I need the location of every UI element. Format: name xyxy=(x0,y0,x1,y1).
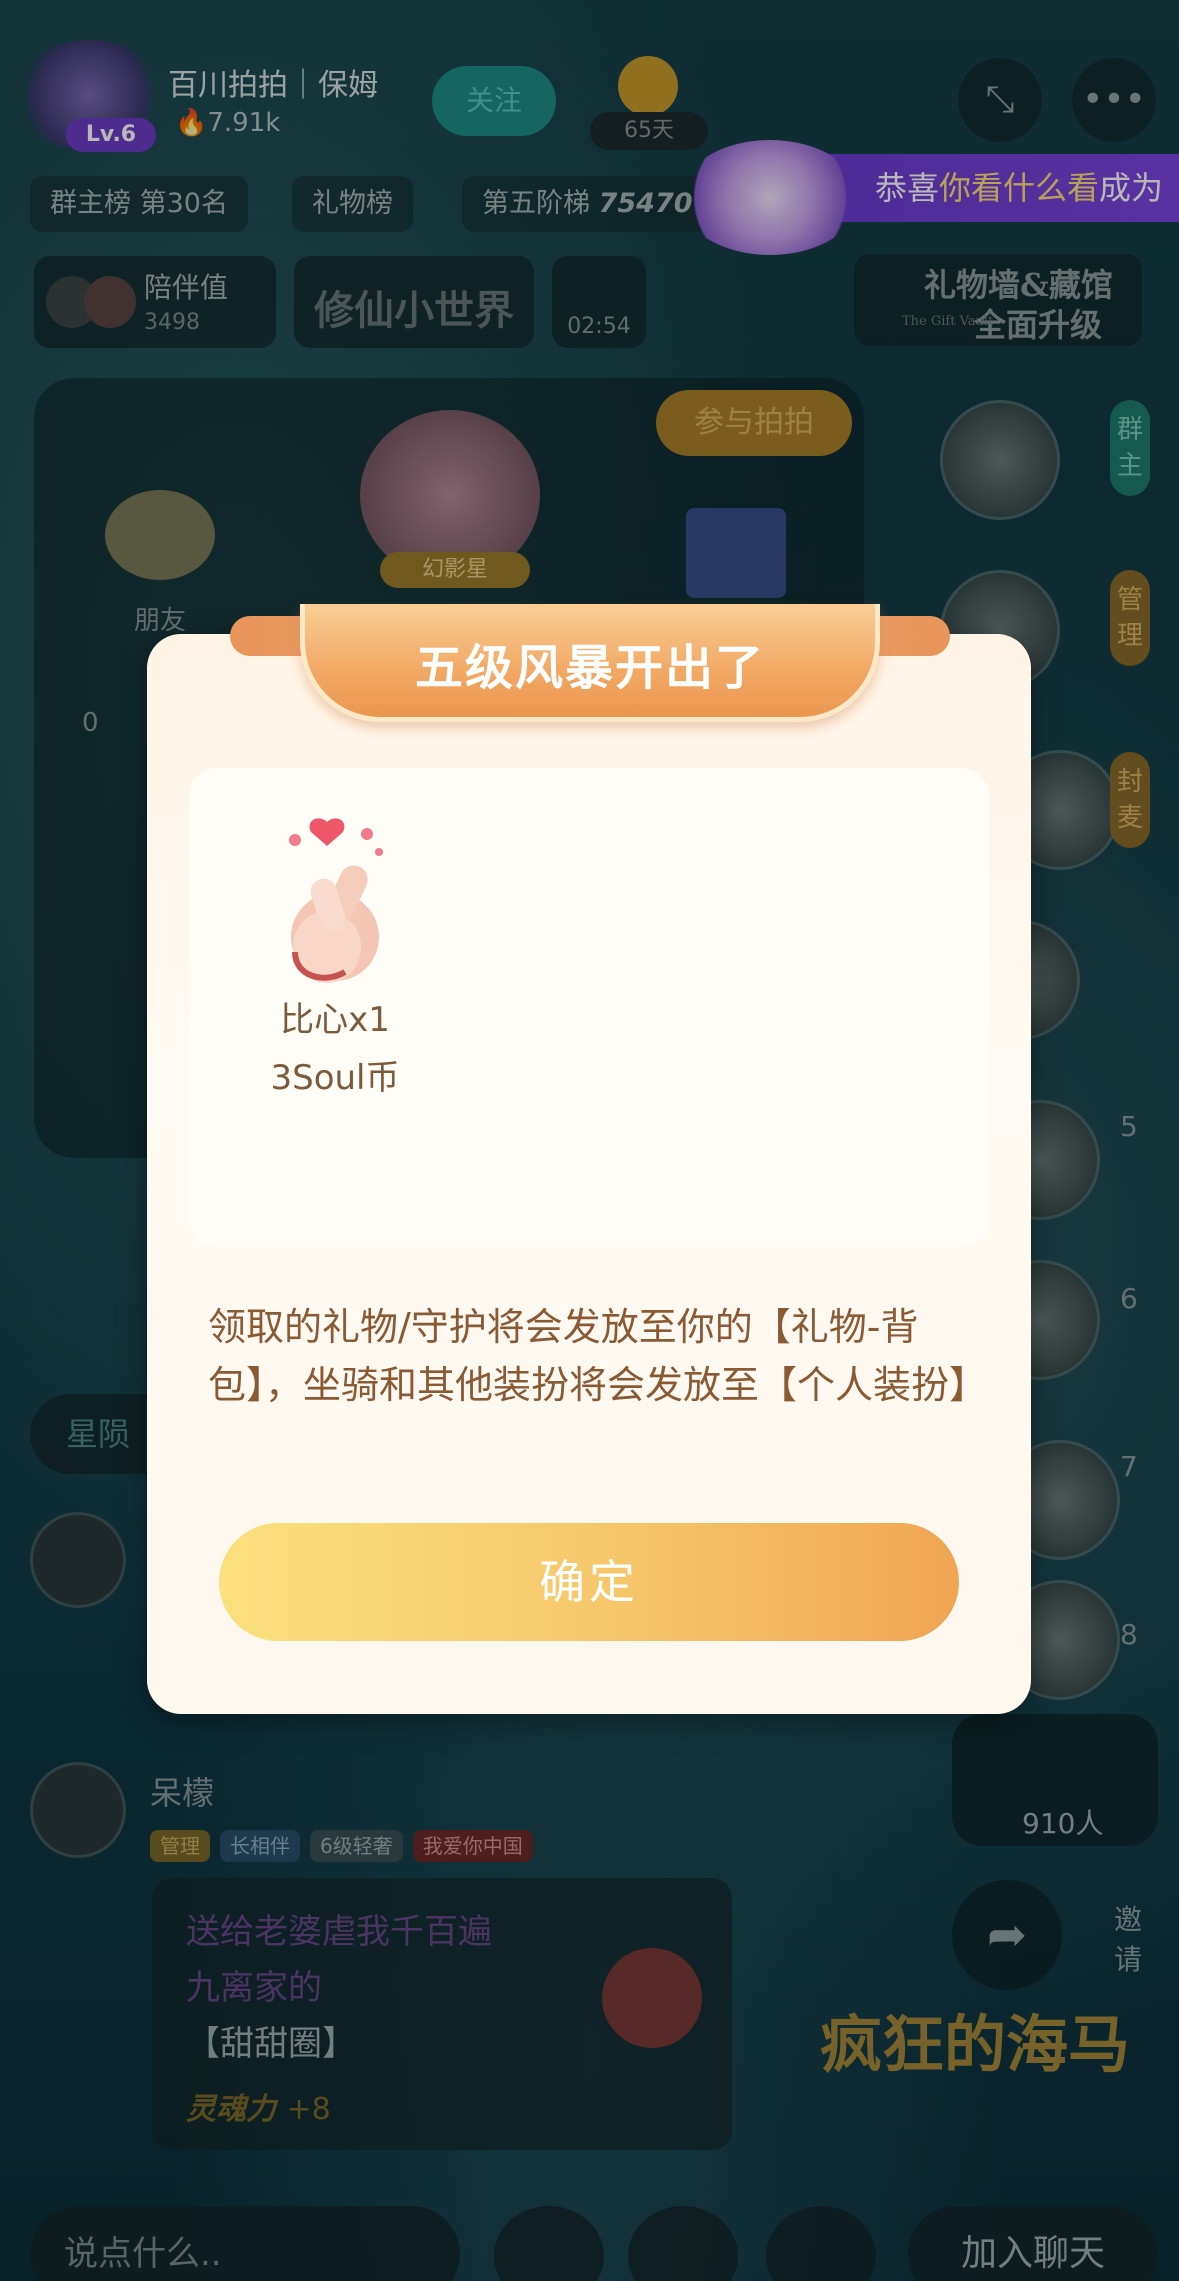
reward-notice: 领取的礼物/守护将会发放至你的【礼物-背包】，坐骑和其他装扮将会发放至【个人装扮… xyxy=(208,1305,988,1407)
gift-name: 比心x1 xyxy=(280,1000,390,1040)
gift-price: 3Soul币 xyxy=(270,1058,400,1098)
finger-heart-icon xyxy=(275,812,405,987)
confirm-button[interactable]: 确定 xyxy=(219,1523,959,1641)
modal-title: 五级风暴开出了 xyxy=(414,640,765,696)
